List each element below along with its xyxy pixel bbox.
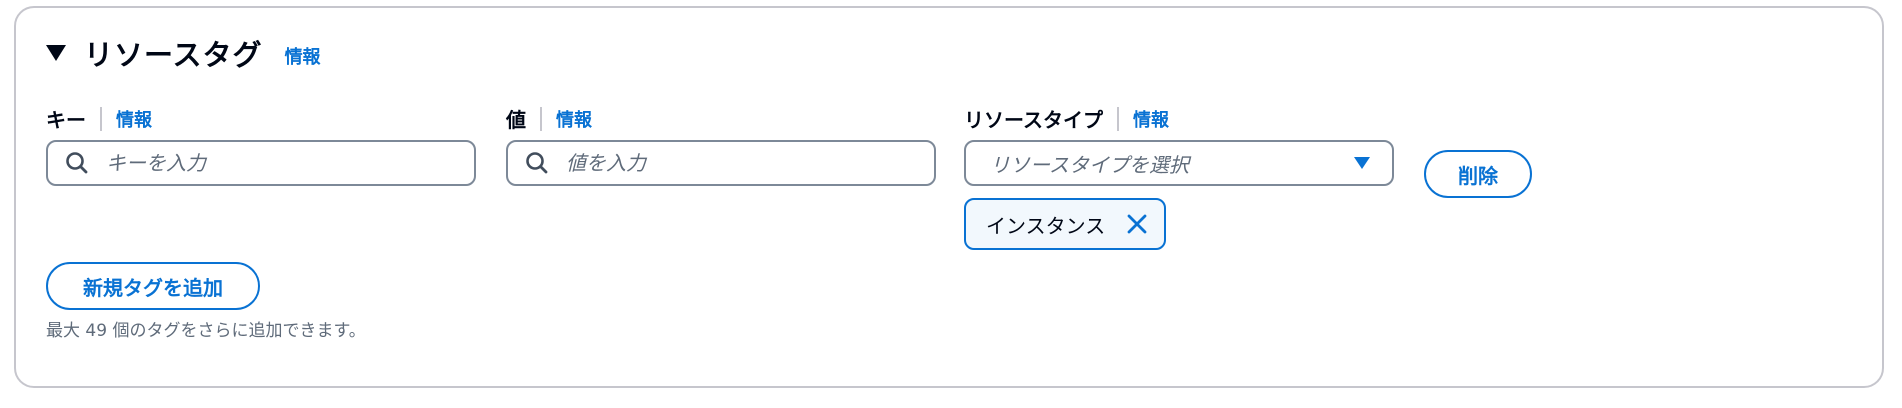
divider <box>1117 106 1119 131</box>
section-info-link[interactable]: 情報 <box>285 43 321 69</box>
resource-type-label-row: リソースタイプ 情報 <box>964 104 1169 133</box>
token-label: インスタンス <box>986 213 1106 238</box>
value-input[interactable] <box>564 150 868 176</box>
resource-type-info-link[interactable]: 情報 <box>1133 106 1169 132</box>
remove-button[interactable]: 削除 <box>1424 150 1532 198</box>
caret-down-icon[interactable] <box>46 45 66 61</box>
key-info-link[interactable]: 情報 <box>116 106 152 132</box>
close-icon[interactable] <box>1126 213 1148 235</box>
resource-type-placeholder: リソースタイプを選択 <box>990 152 1189 177</box>
value-input-wrapper[interactable] <box>506 140 936 186</box>
add-tag-button[interactable]: 新規タグを追加 <box>46 262 260 310</box>
caret-down-icon <box>1354 157 1370 169</box>
selected-token: インスタンス <box>964 198 1166 250</box>
remaining-tags-hint: 最大 49 個のタグをさらに追加できます。 <box>46 321 366 341</box>
section-title: リソースタグ <box>84 38 263 72</box>
section-header[interactable]: リソースタグ 情報 <box>46 32 321 74</box>
key-label: キー <box>46 108 86 132</box>
search-icon <box>66 152 88 174</box>
divider <box>540 106 542 131</box>
value-label: 値 <box>506 108 526 132</box>
value-info-link[interactable]: 情報 <box>556 106 592 132</box>
value-label-row: 値 情報 <box>506 104 592 133</box>
key-input-wrapper[interactable] <box>46 140 476 186</box>
search-icon <box>526 152 548 174</box>
divider <box>100 106 102 131</box>
key-label-row: キー 情報 <box>46 104 152 133</box>
resource-type-select[interactable]: リソースタイプを選択 <box>964 140 1394 186</box>
key-input[interactable] <box>104 150 408 176</box>
resource-type-label: リソースタイプ <box>964 108 1103 132</box>
